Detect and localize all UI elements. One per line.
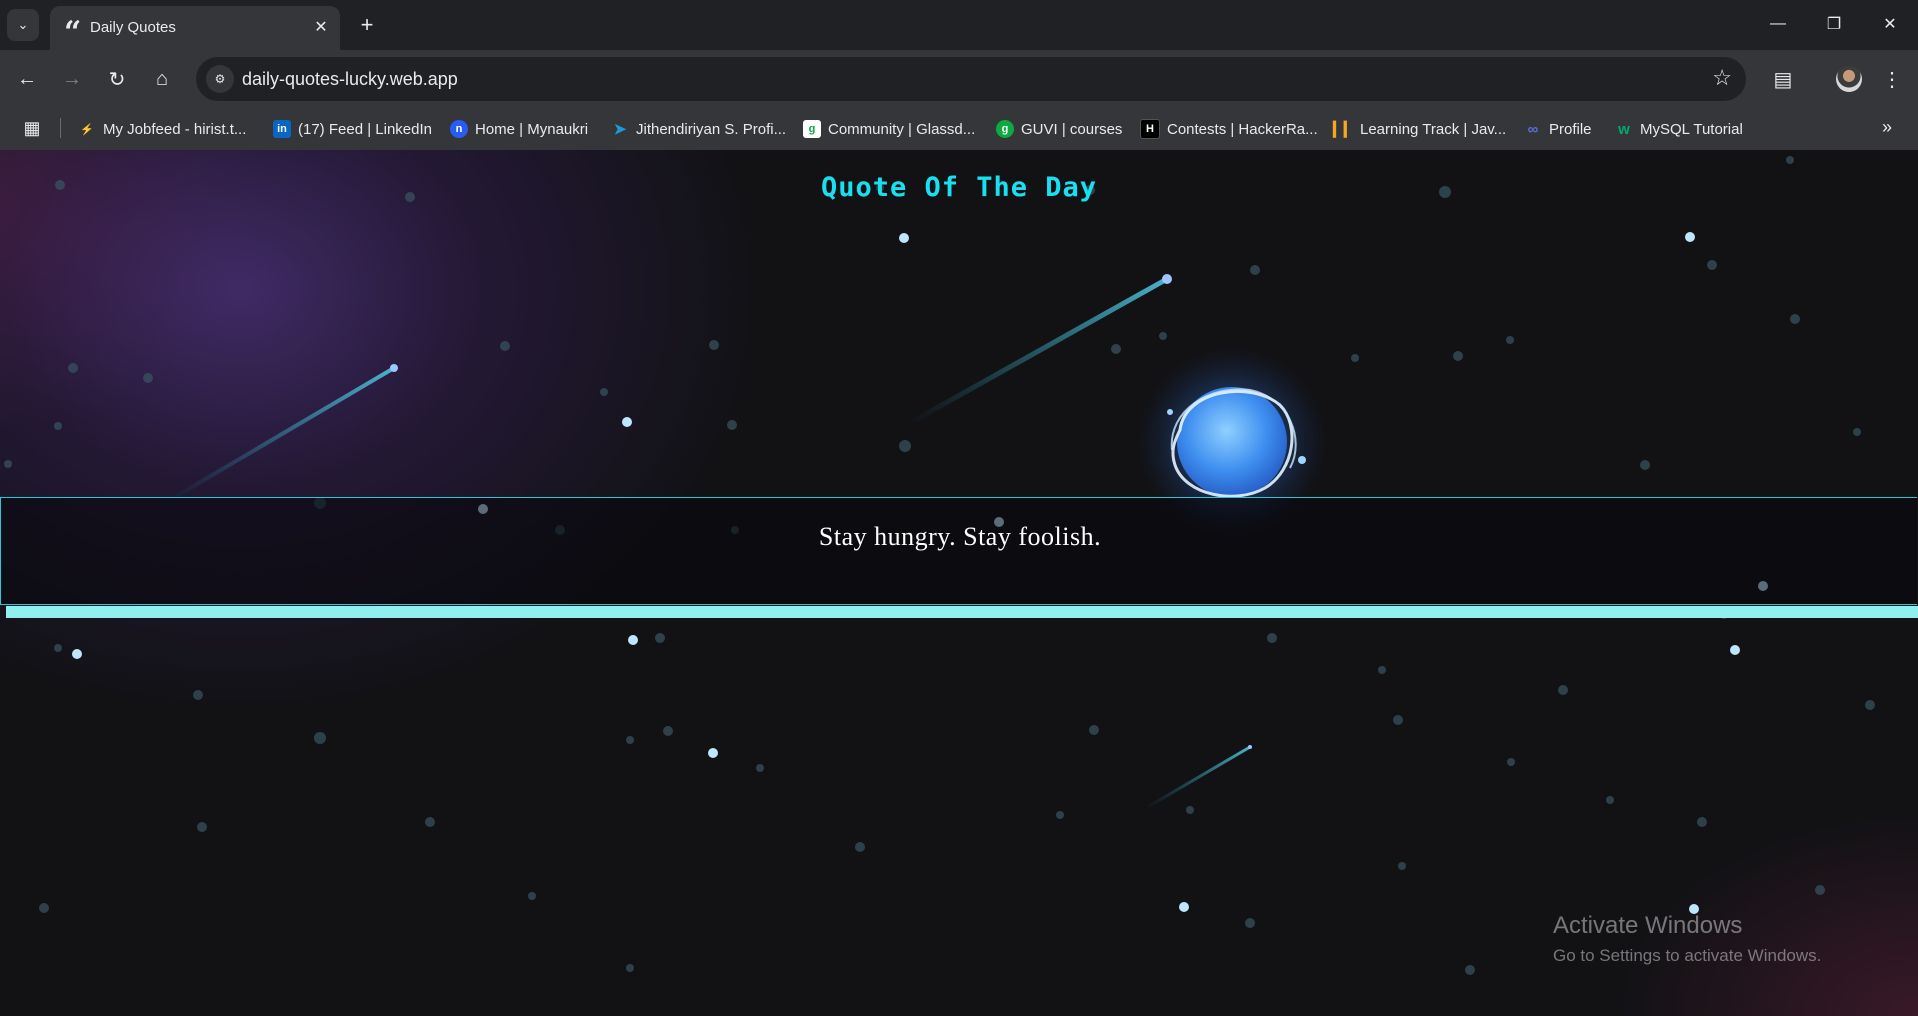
- bookmark-label: Profile: [1549, 120, 1592, 138]
- bookmark-label: Community | Glassd...: [828, 120, 976, 138]
- bookmark-label: Learning Track | Jav...: [1360, 120, 1507, 138]
- quote-accent-bar: [6, 606, 1918, 618]
- profile-avatar[interactable]: [1836, 66, 1862, 92]
- bookmark-mysql-tutorial[interactable]: w MySQL Tutorial: [1615, 117, 1743, 141]
- bookmark-mynaukri[interactable]: n Home | Mynaukri: [450, 117, 588, 141]
- bookmark-profile[interactable]: ∞ Profile: [1524, 117, 1592, 141]
- profile-icon: ∞: [1527, 120, 1539, 138]
- forward-button[interactable]: →: [57, 64, 87, 94]
- bookmarks-bar: ▦ ⚡ My Jobfeed - hirist.t... in (17) Fee…: [0, 108, 1918, 150]
- tab-daily-quotes[interactable]: “ Daily Quotes ✕: [50, 6, 340, 50]
- extensions-icon[interactable]: ▤: [1768, 64, 1798, 94]
- back-button[interactable]: ←: [12, 64, 42, 94]
- bookmark-label: Home | Mynaukri: [475, 120, 589, 138]
- bookmark-glassdoor[interactable]: g Community | Glassd...: [803, 117, 975, 141]
- tab-strip: ⌄ “ Daily Quotes ✕ + — ❐ ✕: [0, 0, 1918, 50]
- bookmark-linkedin[interactable]: in (17) Feed | LinkedIn: [273, 117, 432, 141]
- glassdoor-icon: g: [803, 120, 821, 138]
- bookmark-label: (17) Feed | LinkedIn: [298, 120, 432, 138]
- bookmark-hirist[interactable]: ⚡ My Jobfeed - hirist.t...: [78, 117, 246, 141]
- page-title: Quote Of The Day: [820, 172, 1098, 203]
- bookmark-hackerrank[interactable]: H Contests | HackerRa...: [1140, 117, 1318, 141]
- restore-button[interactable]: ❐: [1806, 0, 1862, 48]
- tab-title: Daily Quotes: [90, 19, 176, 36]
- new-tab-button[interactable]: +: [354, 12, 380, 38]
- url-text[interactable]: daily-quotes-lucky.web.app: [242, 69, 458, 90]
- guvi-icon: g: [996, 120, 1014, 138]
- bookmark-label: MySQL Tutorial: [1640, 120, 1743, 138]
- browser-menu-icon[interactable]: ⋮: [1882, 64, 1902, 94]
- bookmark-star-icon[interactable]: ☆: [1712, 65, 1732, 91]
- close-window-button[interactable]: ✕: [1862, 0, 1918, 48]
- w3-icon: w: [1618, 120, 1630, 138]
- quote-text: Stay hungry. Stay foolish.: [818, 522, 1102, 551]
- minimize-button[interactable]: —: [1750, 0, 1806, 48]
- bars-icon: ▎▎: [1333, 120, 1355, 137]
- activate-windows-text: Activate Windows: [1553, 912, 1743, 939]
- bookmark-learning-track[interactable]: ▎▎ Learning Track | Jav...: [1333, 117, 1507, 141]
- site-info-icon[interactable]: ⚙: [206, 65, 234, 93]
- bookmark-guvi[interactable]: g GUVI | courses: [996, 117, 1122, 141]
- page-viewport: Quote Of The Day Stay hungry. Stay fooli…: [0, 150, 1918, 1016]
- hackerrank-icon: H: [1140, 119, 1160, 139]
- more-bookmarks-icon[interactable]: »: [1882, 117, 1892, 138]
- bookmark-label: Jithendiriyan S. Profi...: [636, 120, 787, 138]
- quote-icon: “: [64, 15, 82, 50]
- reload-button[interactable]: ↻: [102, 64, 132, 94]
- runner-icon: ⚡: [80, 123, 94, 136]
- close-tab-icon[interactable]: ✕: [310, 16, 332, 38]
- tab-search-icon[interactable]: ⌄: [7, 9, 39, 41]
- linkedin-icon: in: [273, 120, 291, 138]
- bookmark-label: Contests | HackerRa...: [1167, 120, 1318, 138]
- browser-toolbar: ← → ↻ ⌂ ⚙ daily-quotes-lucky.web.app ☆ ▤…: [0, 50, 1918, 108]
- bookmarks-divider: [60, 118, 61, 138]
- windows-activation-watermark: Activate Windows Go to Settings to activ…: [1553, 912, 1821, 966]
- apps-grid-icon[interactable]: ▦: [20, 116, 44, 140]
- bookmark-label: GUVI | courses: [1021, 120, 1123, 138]
- quote-box: Stay hungry. Stay foolish.: [0, 497, 1917, 605]
- home-button[interactable]: ⌂: [147, 64, 177, 94]
- bookmark-profile-jithendiriyan[interactable]: ➤ Jithendiriyan S. Profi...: [611, 117, 786, 141]
- bird-icon: ➤: [613, 121, 627, 138]
- address-bar[interactable]: ⚙ daily-quotes-lucky.web.app ☆: [196, 57, 1746, 101]
- activate-windows-subtext: Go to Settings to activate Windows.: [1553, 946, 1822, 965]
- bookmark-label: My Jobfeed - hirist.t...: [103, 120, 247, 138]
- naukri-icon: n: [450, 120, 468, 138]
